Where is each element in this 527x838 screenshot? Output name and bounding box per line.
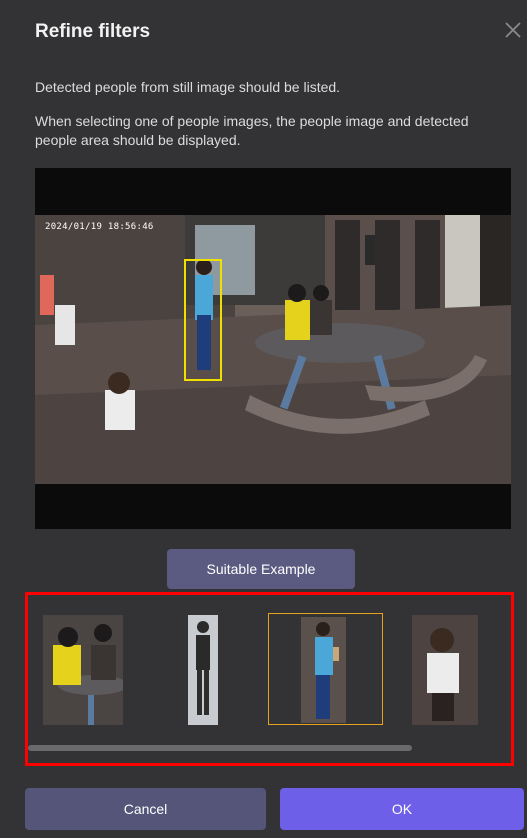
selected-thumbnail-frame bbox=[268, 613, 383, 725]
person-thumbnail-2[interactable] bbox=[188, 615, 218, 725]
person-thumbnail-4[interactable] bbox=[412, 615, 478, 725]
image-viewer: 2024/01/19 18:56:46 bbox=[35, 168, 511, 529]
dialog-title: Refine filters bbox=[35, 21, 151, 42]
still-image bbox=[35, 215, 511, 484]
description-text-2: When selecting one of people images, the… bbox=[35, 113, 469, 148]
horizontal-scrollbar[interactable] bbox=[28, 745, 412, 751]
suitable-example-button[interactable]: Suitable Example bbox=[167, 549, 355, 589]
close-icon[interactable] bbox=[503, 20, 523, 40]
ok-button[interactable]: OK bbox=[280, 788, 524, 830]
cancel-button[interactable]: Cancel bbox=[25, 788, 266, 830]
people-thumbnail-strip[interactable] bbox=[25, 592, 514, 766]
image-timestamp: 2024/01/19 18:56:46 bbox=[45, 222, 154, 232]
person-thumbnail-1[interactable] bbox=[43, 615, 123, 725]
description-text-1: Detected people from still image should … bbox=[35, 79, 341, 95]
refine-filters-dialog: Refine filters Detected people from stil… bbox=[0, 0, 527, 838]
